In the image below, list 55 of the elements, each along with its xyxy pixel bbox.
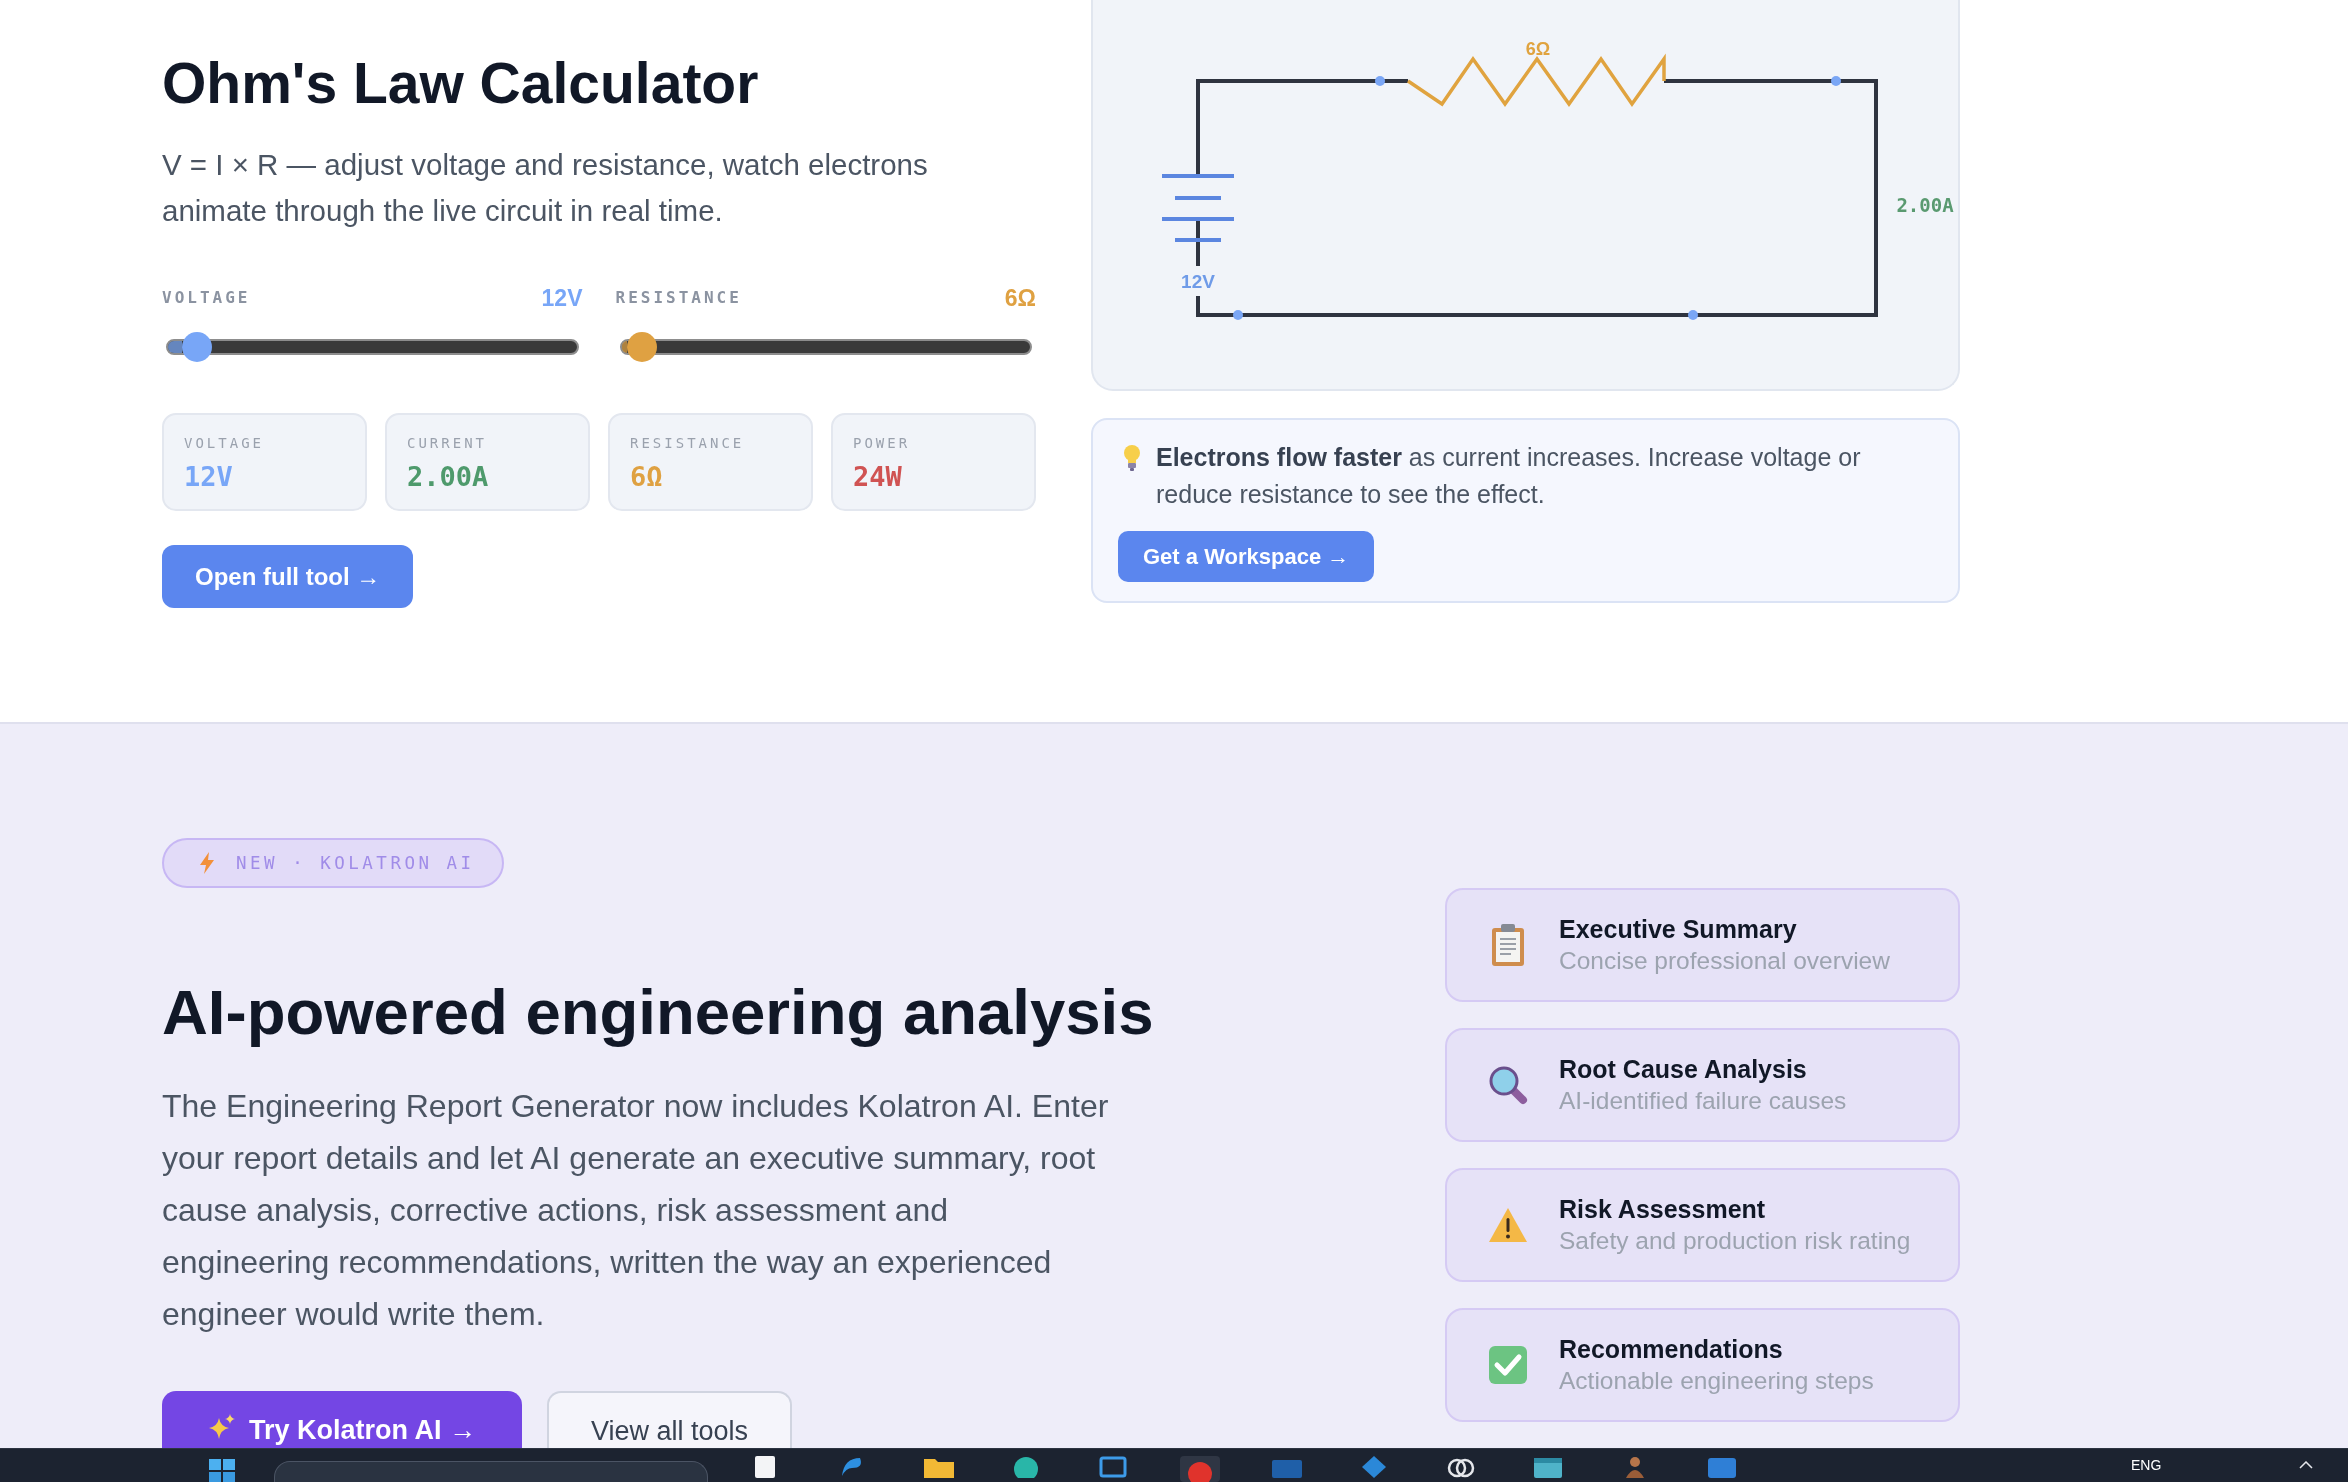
feature-title: Risk Assessment — [1559, 1194, 1767, 1225]
folder-icon[interactable] — [923, 1456, 954, 1478]
slider-label: RESISTANCE — [615, 287, 742, 309]
monitor-icon[interactable] — [1098, 1456, 1127, 1478]
slider-fill — [168, 341, 182, 353]
stat-value: 24W — [853, 460, 903, 494]
page-title: Ohm's Law Calculator — [162, 50, 760, 117]
feature-subtitle: Safety and production risk rating — [1559, 1226, 1911, 1256]
calculator-description: V = I × R — adjust voltage and resistance, watch electrons animate through the live circuit in real time. — [162, 147, 929, 229]
feature-title: Root Cause Analysis — [1559, 1054, 1808, 1085]
chevron-up-icon[interactable] — [2299, 1461, 2314, 1469]
cloud-icon[interactable] — [1446, 1456, 1475, 1478]
stat-value: 6Ω — [630, 460, 664, 494]
tag-label: NEW · KOLATRON AI — [236, 851, 475, 875]
slider-thumb[interactable] — [626, 332, 657, 362]
slider-reading: 12V — [541, 283, 583, 313]
feature-title: Executive Summary — [1559, 914, 1798, 945]
tip-text: Electrons flow faster as current increases. Increase voltage or reduce resistance to see the effect. — [1156, 442, 1862, 510]
slider-thumb[interactable] — [181, 332, 212, 362]
lightbulb-icon — [1123, 445, 1141, 471]
swirl-icon[interactable] — [839, 1456, 864, 1478]
open-tool-button[interactable]: Open full tool → — [162, 545, 414, 608]
calendar-icon[interactable] — [1533, 1456, 1562, 1478]
stat-label: CURRENT — [407, 434, 488, 452]
language-indicator[interactable]: ENG — [2131, 1456, 2162, 1474]
clipboard-icon — [1491, 924, 1525, 966]
section-description: The Engineering Report Generator now includes Kolatron AI. Enter your report details and let AI generate an executive summary, root cause analysis, corrective actions, risk assessment and engineering recommendations, written the way an experienced engineer would write them. — [162, 1087, 1110, 1334]
check-icon — [1489, 1346, 1527, 1384]
stat-label: POWER — [853, 434, 912, 452]
feature-title: Recommendations — [1559, 1334, 1784, 1365]
current-label: 2.00A — [1896, 194, 1954, 216]
voltage-label: 12V — [1181, 271, 1215, 292]
workspace-button[interactable]: Get a Workspace → — [1118, 531, 1375, 582]
diamond-icon[interactable] — [1361, 1456, 1386, 1478]
slider-fill — [621, 341, 627, 353]
stat-label: RESISTANCE — [630, 434, 746, 452]
stat-value: 2.00A — [407, 460, 490, 494]
feature-subtitle: Concise professional overview — [1559, 946, 1890, 976]
rectangle-icon[interactable] — [1707, 1456, 1736, 1478]
lightning-icon — [200, 852, 214, 874]
slider-reading: 6Ω — [1004, 283, 1036, 313]
feature-subtitle: Actionable engineering steps — [1559, 1366, 1874, 1396]
search-field[interactable] — [274, 1461, 708, 1482]
try-ai-button[interactable]: Try Kolatron AI → — [162, 1391, 523, 1448]
stat-label: VOLTAGE — [184, 434, 265, 452]
slider-label: VOLTAGE — [162, 287, 251, 309]
warning-icon — [1488, 1207, 1528, 1243]
view-tools-button[interactable]: View all tools — [547, 1391, 793, 1448]
feature-subtitle: AI-identified failure causes — [1559, 1086, 1847, 1116]
magnifying-glass-icon — [1488, 1065, 1528, 1105]
document-icon[interactable] — [752, 1456, 777, 1478]
stat-value: 12V — [184, 460, 234, 494]
section-heading: AI-powered engineering analysis — [162, 976, 1154, 1049]
resistance-label: 6Ω — [1525, 39, 1551, 59]
four-squares-icon[interactable] — [209, 1459, 235, 1482]
